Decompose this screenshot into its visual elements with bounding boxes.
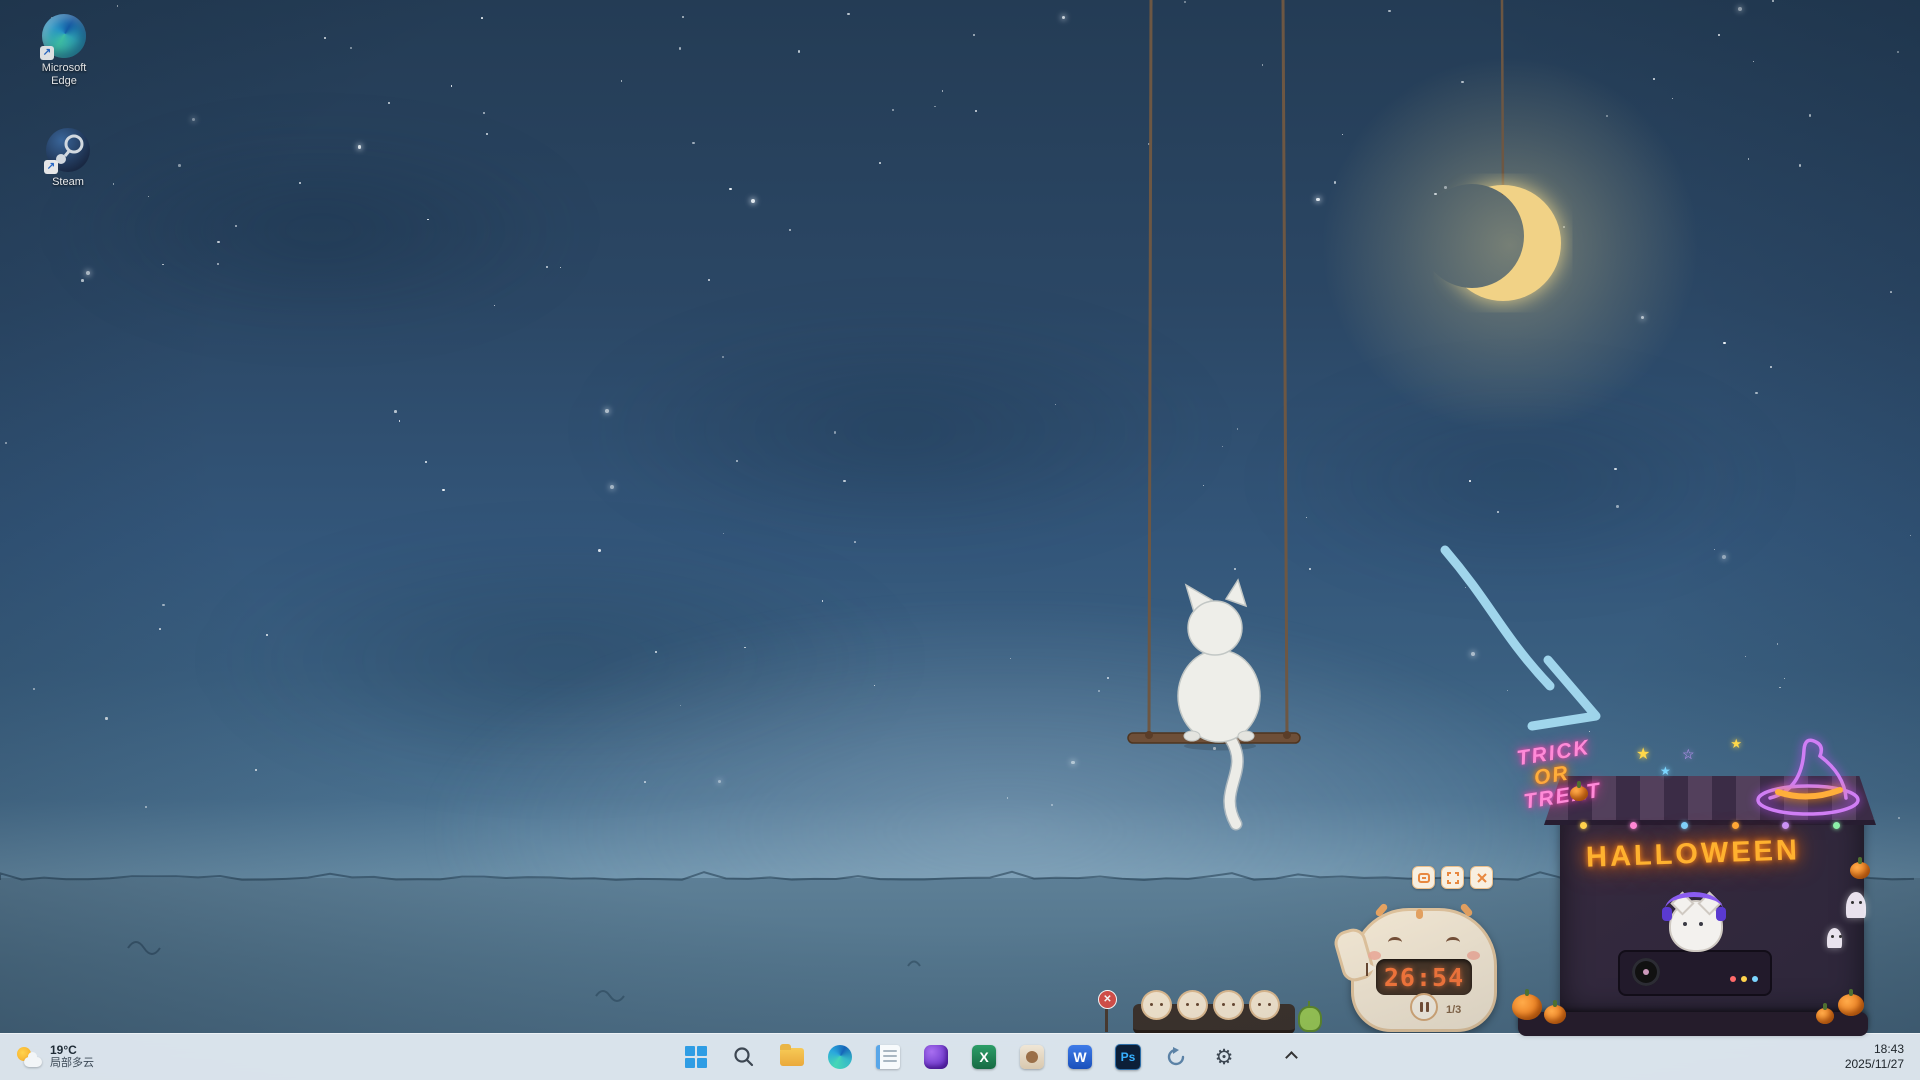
start-button[interactable]	[677, 1038, 715, 1076]
parade-bench	[1133, 1004, 1295, 1034]
pause-button[interactable]	[1410, 993, 1438, 1021]
taskbar-center: X W Ps ⚙	[677, 1034, 1243, 1080]
cat-timer-widget[interactable]: 26:54 1/3	[1345, 866, 1497, 1034]
photoshop-icon: Ps	[1115, 1044, 1141, 1070]
cat-parade-widget[interactable]: ✕	[1095, 984, 1340, 1036]
tray-clock[interactable]: 18:43 2025/11/27	[1839, 1042, 1910, 1072]
timer-display: 26:54	[1376, 959, 1472, 995]
file-explorer-button[interactable]	[773, 1038, 811, 1076]
notepad-icon	[876, 1045, 900, 1069]
settings-button[interactable]: ⚙	[1205, 1038, 1243, 1076]
search-icon	[733, 1046, 755, 1068]
pumpkin-icon	[1544, 1005, 1566, 1024]
parade-close-button[interactable]: ✕	[1098, 990, 1117, 1009]
weather-temperature: 19°C	[50, 1044, 94, 1057]
excel-button[interactable]: X	[965, 1038, 1003, 1076]
windows-logo-icon	[685, 1046, 707, 1068]
shortcut-arrow-icon: ↗	[44, 160, 58, 174]
desktop-icon-label: Microsoft Edge	[22, 62, 106, 88]
desktop: ↗ Microsoft Edge ↗ Steam HALLOWE	[0, 0, 1920, 1080]
sync-app-button[interactable]	[1157, 1038, 1195, 1076]
sync-icon	[1165, 1046, 1187, 1068]
star-icon: ☆	[1682, 746, 1695, 763]
star-icon: ★	[1730, 736, 1742, 752]
mini-cat-icon	[1213, 990, 1244, 1020]
tray-date: 2025/11/27	[1845, 1057, 1904, 1072]
edge-button[interactable]	[821, 1038, 859, 1076]
ghost-icon	[1827, 928, 1842, 948]
star-icon: ★	[1636, 744, 1650, 764]
notepad-button[interactable]	[869, 1038, 907, 1076]
search-button[interactable]	[725, 1038, 763, 1076]
tray-time: 18:43	[1845, 1042, 1904, 1057]
parade-buddy-icon	[1298, 1006, 1322, 1032]
mini-cat-icon	[1249, 990, 1280, 1020]
pumpkin-icon	[1570, 786, 1588, 801]
dj-turntable	[1618, 950, 1772, 996]
sticker-app-button[interactable]	[1013, 1038, 1051, 1076]
witch-hat-icon	[1744, 728, 1874, 824]
folder-icon	[780, 1048, 804, 1066]
photoshop-button[interactable]: Ps	[1109, 1038, 1147, 1076]
shortcut-arrow-icon: ↗	[40, 46, 54, 60]
tray-expand-chevron-icon[interactable]	[1284, 1048, 1298, 1062]
desktop-icon-edge[interactable]: ↗ Microsoft Edge	[22, 14, 106, 88]
desktop-icon-steam[interactable]: ↗ Steam	[26, 128, 110, 189]
word-icon: W	[1068, 1045, 1092, 1069]
flag-icon	[1366, 963, 1368, 976]
mini-cat-icon	[1177, 990, 1208, 1020]
weather-widget[interactable]: 19°C 局部多云	[8, 1034, 102, 1080]
word-button[interactable]: W	[1061, 1038, 1099, 1076]
weather-condition: 局部多云	[50, 1057, 94, 1070]
dj-cat	[1613, 900, 1773, 996]
cat-clock-body: 26:54 1/3	[1345, 902, 1497, 1034]
music-app-icon	[924, 1045, 948, 1069]
widget-controls	[1412, 866, 1493, 889]
halloween-widget[interactable]: HALLOWEEN TRICK OR TREAT ★ ★ ☆ ★	[1518, 742, 1868, 1036]
ghost-icon	[1846, 892, 1866, 918]
gear-icon: ⚙	[1215, 1047, 1234, 1068]
weather-icon	[16, 1046, 42, 1068]
taskbar: 19°C 局部多云	[0, 1033, 1920, 1080]
timer-time: 26:54	[1384, 963, 1464, 992]
widget-expand-button[interactable]	[1441, 866, 1464, 889]
star-icon: ★	[1660, 764, 1671, 778]
widget-close-button[interactable]	[1470, 866, 1493, 889]
sticker-app-icon	[1020, 1045, 1044, 1069]
pumpkin-icon	[1850, 862, 1870, 879]
timer-progress: 1/3	[1446, 1004, 1461, 1016]
pumpkin-icon	[1816, 1008, 1834, 1024]
desktop-icon-label: Steam	[26, 176, 110, 189]
music-app-button[interactable]	[917, 1038, 955, 1076]
edge-icon	[828, 1045, 852, 1069]
pumpkin-icon	[1838, 994, 1864, 1016]
trick-or-treat-text: TRICK OR TREAT	[1515, 736, 1603, 813]
pumpkin-icon	[1512, 994, 1542, 1020]
widget-mode-button[interactable]	[1412, 866, 1435, 889]
signpost: ✕	[1105, 1002, 1108, 1032]
excel-icon: X	[972, 1045, 996, 1069]
mini-cat-icon	[1141, 990, 1172, 1020]
